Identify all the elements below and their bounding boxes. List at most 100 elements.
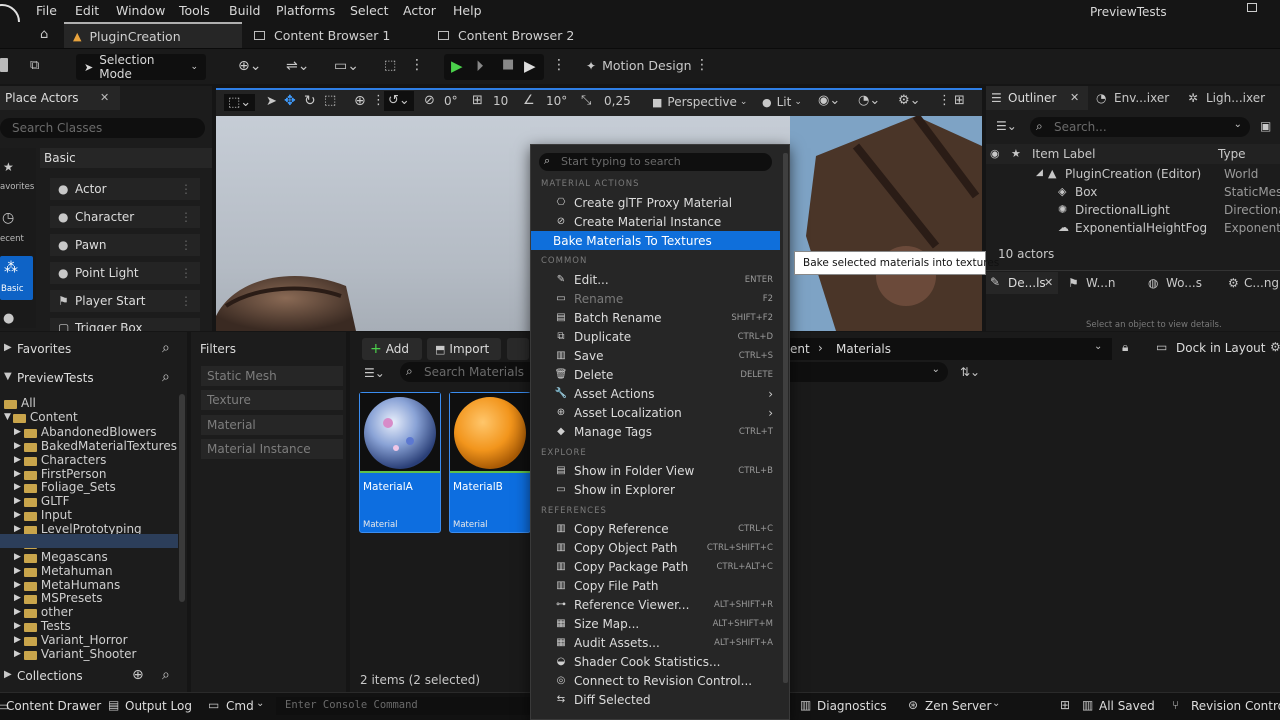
context-menu-item[interactable]: 🗑 Delete DELETE bbox=[531, 365, 781, 384]
menu-actor[interactable]: Actor bbox=[403, 3, 436, 18]
save-icon[interactable] bbox=[0, 58, 8, 72]
content-drawer-button[interactable]: Content Drawer bbox=[6, 699, 101, 713]
tab-content-browser-1[interactable]: Content Browser 1 bbox=[254, 22, 390, 48]
category-basic[interactable]: ⁂ Basic bbox=[0, 256, 33, 300]
tree-folder-item[interactable]: ▶ Variant_Horror bbox=[14, 633, 128, 647]
filter-material-instance[interactable]: Material Instance bbox=[201, 439, 343, 459]
add-actor-icon[interactable]: ⊕⌄ bbox=[238, 58, 261, 74]
zen-server-button[interactable]: Zen Server bbox=[925, 699, 991, 713]
select-arrow-icon[interactable]: ➤ bbox=[266, 94, 277, 109]
context-menu-item[interactable]: Bake Materials To Textures bbox=[531, 231, 780, 250]
context-menu-item[interactable]: ◎ Connect to Revision Control... bbox=[531, 671, 781, 690]
drag-handle-icon[interactable]: ⋮ bbox=[180, 266, 192, 280]
context-menu-item[interactable]: 🔧 Asset Actions › bbox=[531, 384, 781, 403]
blueprint-icon[interactable]: ⇌⌄ bbox=[286, 58, 309, 74]
context-menu-item[interactable]: ✎ Edit... ENTER bbox=[531, 270, 781, 289]
search-icon[interactable]: ⌕ bbox=[162, 369, 170, 385]
rotation-snap-icon[interactable]: ∠ bbox=[523, 93, 535, 108]
filter-dropdown-icon[interactable]: ☰⌄ bbox=[364, 366, 385, 380]
drag-handle-icon[interactable]: ⋮ bbox=[180, 210, 192, 224]
collapse-arrow-icon[interactable]: ▶ bbox=[4, 342, 12, 353]
selection-mode-dropdown[interactable]: ➤ Selection Mode ⌄ bbox=[76, 53, 206, 81]
step-icon[interactable]: ⏵ bbox=[476, 57, 484, 75]
category-favorites[interactable]: avorites bbox=[0, 182, 34, 192]
console-input[interactable]: Enter Console Command bbox=[276, 697, 530, 715]
tab-world-partition[interactable]: Wo...s bbox=[1166, 276, 1202, 290]
context-menu-item[interactable]: ⎔ Create glTF Proxy Material bbox=[531, 193, 781, 212]
tree-folder-item[interactable]: ▶ FirstPerson bbox=[14, 467, 107, 481]
surface-snap-icon[interactable]: ↺⌄ bbox=[384, 91, 414, 111]
category-recent[interactable]: ecent bbox=[0, 234, 24, 244]
tab-light-mixer[interactable]: Ligh...ixer bbox=[1206, 91, 1265, 105]
chevron-down-icon[interactable]: ⌄ bbox=[256, 698, 264, 709]
tree-folder-item[interactable]: ▶ Megascans bbox=[14, 550, 108, 564]
context-menu-item[interactable]: ▦ Size Map... ALT+SHIFT+M bbox=[531, 614, 781, 633]
collections-header[interactable]: Collections bbox=[17, 669, 83, 683]
world-icon[interactable]: ⊕ bbox=[354, 93, 366, 109]
favorites-header[interactable]: Favorites bbox=[17, 342, 71, 356]
import-button[interactable]: ⬒ Import bbox=[427, 338, 501, 360]
settings-gear-icon[interactable]: ⚙⌄ bbox=[898, 93, 921, 108]
close-tab-icon[interactable]: ✕ bbox=[100, 91, 109, 104]
actor-item-trigger-box[interactable]: ▢ Trigger Box bbox=[50, 318, 200, 331]
angle-value[interactable]: 0° bbox=[444, 94, 458, 108]
outliner-row[interactable]: ☁ ExponentialHeightFog Exponentia bbox=[986, 220, 1280, 238]
context-search-input[interactable]: ⌕ Start typing to search bbox=[539, 153, 772, 171]
eye-icon[interactable]: ◉ bbox=[990, 147, 1000, 160]
motion-more-icon[interactable]: ⋮ bbox=[695, 57, 709, 73]
tree-folder-all[interactable]: All bbox=[4, 396, 36, 410]
drag-handle-icon[interactable]: ⋮ bbox=[180, 238, 192, 252]
actor-item-pawn[interactable]: ● Pawn ⋮ bbox=[50, 234, 200, 256]
tree-folder-item[interactable]: ▶ Variant_Shooter bbox=[14, 647, 136, 661]
tab-content-browser-2[interactable]: Content Browser 2 bbox=[438, 22, 574, 48]
search-icon[interactable]: ⌕ bbox=[162, 340, 170, 356]
tree-scrollbar[interactable] bbox=[179, 394, 185, 602]
expand-arrow-icon[interactable]: ◢ bbox=[1036, 168, 1043, 178]
chevron-down-icon[interactable]: ⌄ bbox=[992, 698, 1000, 709]
layout-icon[interactable]: ⊞ bbox=[954, 93, 965, 108]
actor-item-point-light[interactable]: ● Point Light ⋮ bbox=[50, 262, 200, 284]
tree-folder-item[interactable]: ▶ MetaHumans bbox=[14, 578, 120, 592]
play-options-icon[interactable]: ⋮ bbox=[552, 57, 566, 73]
outliner-row[interactable]: ◈ Box StaticMesh bbox=[986, 184, 1280, 202]
actor-item-character[interactable]: ● Character ⋮ bbox=[50, 206, 200, 228]
menu-edit[interactable]: Edit bbox=[75, 3, 99, 18]
motion-design-button[interactable]: ✦ Motion Design bbox=[586, 58, 692, 73]
performance-icon[interactable]: ◔⌄ bbox=[858, 93, 880, 108]
tree-folder-item[interactable]: ▶ MSPresets bbox=[14, 591, 103, 605]
outliner-row[interactable]: ◢ ▲ PluginCreation (Editor) World bbox=[986, 166, 1280, 184]
drag-handle-icon[interactable]: ⋮ bbox=[180, 182, 192, 196]
tree-folder-item[interactable]: ▶ GLTF bbox=[14, 494, 70, 508]
tree-folder-item[interactable]: ▶ Input bbox=[14, 508, 72, 522]
output-log-button[interactable]: Output Log bbox=[125, 699, 192, 713]
trace-icon[interactable]: ⊞ bbox=[1060, 698, 1070, 712]
outliner-search-input[interactable]: ⌕ Search... ⌄ bbox=[1030, 117, 1250, 137]
stop-icon[interactable]: ■ bbox=[502, 57, 514, 72]
add-collection-icon[interactable]: ⊕ bbox=[132, 667, 144, 683]
dock-in-layout-button[interactable]: Dock in Layout bbox=[1176, 341, 1266, 355]
context-menu-item[interactable]: ▥ Save CTRL+S bbox=[531, 346, 781, 365]
eject-icon[interactable]: ▶ bbox=[524, 57, 536, 75]
close-tab-icon[interactable]: ✕ bbox=[1070, 91, 1079, 104]
context-menu-item[interactable]: ▥ Copy Reference CTRL+C bbox=[531, 519, 781, 538]
filter-static-mesh[interactable]: Static Mesh bbox=[201, 366, 343, 386]
restore-window-icon[interactable] bbox=[1247, 3, 1257, 12]
tab-world-settings[interactable]: W...n bbox=[1086, 276, 1116, 290]
play-icon[interactable]: ▶ bbox=[451, 57, 463, 75]
star-icon[interactable]: ★ bbox=[1011, 147, 1021, 160]
lit-dropdown[interactable]: ● Lit ⌄ bbox=[762, 92, 802, 112]
cmd-dropdown[interactable]: Cmd bbox=[226, 699, 254, 713]
all-saved-status[interactable]: All Saved bbox=[1099, 699, 1155, 713]
context-menu-item[interactable]: ▥ Copy Package Path CTRL+ALT+C bbox=[531, 557, 781, 576]
context-menu-item[interactable]: ⧉ Duplicate CTRL+D bbox=[531, 327, 781, 346]
context-menu-item[interactable]: ⊘ Create Material Instance bbox=[531, 212, 781, 231]
tab-env-mixer[interactable]: Env...ixer bbox=[1114, 91, 1169, 105]
context-menu-item[interactable]: ▤ Batch Rename SHIFT+F2 bbox=[531, 308, 781, 327]
breadcrumb-content[interactable]: ent bbox=[790, 342, 810, 356]
menu-select[interactable]: Select bbox=[350, 3, 389, 18]
filter-texture[interactable]: Texture bbox=[201, 390, 343, 410]
scale-icon[interactable]: ⬚ bbox=[324, 93, 336, 108]
context-menu-item[interactable]: ◒ Shader Cook Statistics... bbox=[531, 652, 781, 671]
asset-tile-material-b[interactable]: MaterialB Material bbox=[449, 392, 531, 533]
context-menu-item[interactable]: ▦ Audit Assets... ALT+SHIFT+A bbox=[531, 633, 781, 652]
